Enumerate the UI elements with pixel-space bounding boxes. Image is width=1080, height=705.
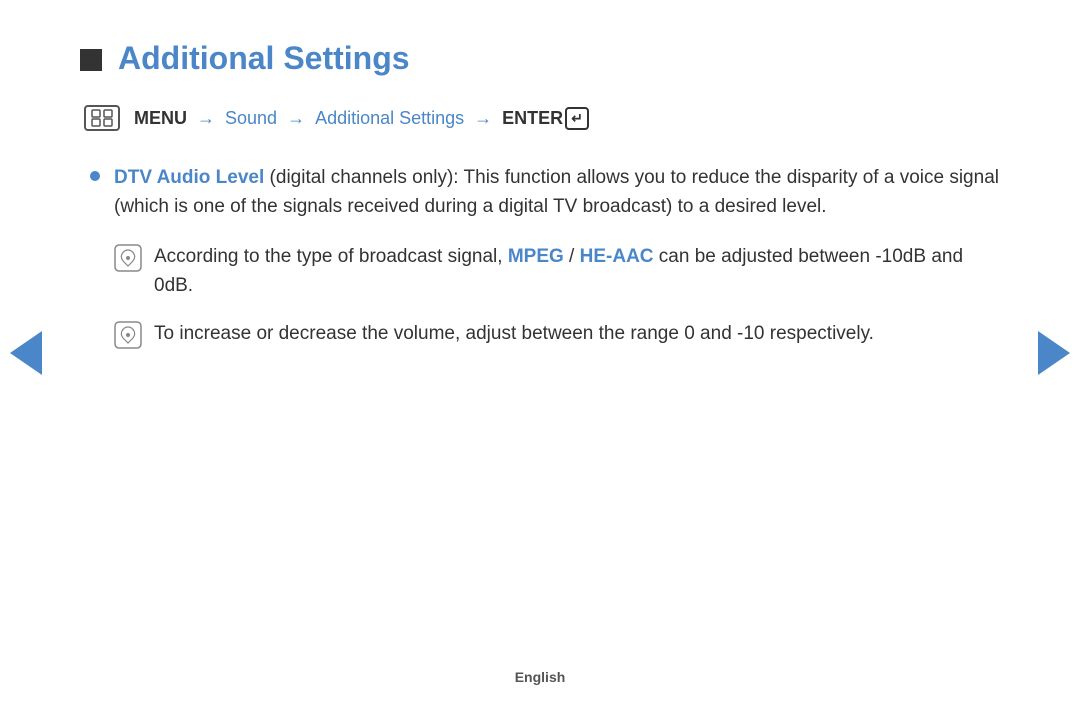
nav-additional-settings: Additional Settings — [315, 108, 464, 129]
left-arrow-icon — [10, 331, 42, 375]
dtv-audio-level-term: DTV Audio Level — [114, 167, 264, 188]
page-title: Additional Settings — [118, 40, 410, 77]
page-container: Additional Settings MENU → Sound → Addit… — [0, 0, 1080, 705]
nav-sound: Sound — [225, 108, 277, 129]
note-icon-1 — [114, 244, 142, 272]
section-icon — [80, 49, 102, 71]
language-label: English — [515, 669, 566, 685]
nav-arrow-3: → — [474, 108, 492, 129]
enter-icon: ↵ — [565, 107, 589, 130]
note1-mpeg: MPEG — [508, 246, 564, 267]
note1-mid: / — [564, 246, 580, 267]
note-item-1: According to the type of broadcast signa… — [114, 242, 1000, 301]
breadcrumb: MENU → Sound → Additional Settings → ENT… — [84, 105, 1000, 131]
note-item-2: To increase or decrease the volume, adju… — [114, 319, 1000, 349]
nav-arrow-1: → — [197, 108, 215, 129]
bullet-dot — [90, 171, 100, 181]
content-area: DTV Audio Level (digital channels only):… — [90, 163, 1000, 349]
note-text-2: To increase or decrease the volume, adju… — [154, 319, 874, 348]
menu-label: MENU — [134, 108, 187, 129]
note-text-1: According to the type of broadcast signa… — [154, 242, 1000, 301]
note-icon-2 — [114, 321, 142, 349]
note1-heaac: HE-AAC — [580, 246, 654, 267]
enter-label: ENTER — [502, 108, 563, 129]
nav-left-arrow[interactable] — [10, 331, 42, 375]
bullet-text: DTV Audio Level (digital channels only):… — [114, 163, 1000, 222]
nav-enter: ENTER↵ — [502, 107, 589, 130]
section-heading: Additional Settings — [80, 40, 1000, 77]
bullet-item: DTV Audio Level (digital channels only):… — [90, 163, 1000, 222]
nav-arrow-2: → — [287, 108, 305, 129]
right-arrow-icon — [1038, 331, 1070, 375]
note1-before: According to the type of broadcast signa… — [154, 246, 508, 267]
nav-right-arrow[interactable] — [1038, 331, 1070, 375]
footer: English — [515, 669, 566, 685]
menu-icon — [84, 105, 120, 131]
